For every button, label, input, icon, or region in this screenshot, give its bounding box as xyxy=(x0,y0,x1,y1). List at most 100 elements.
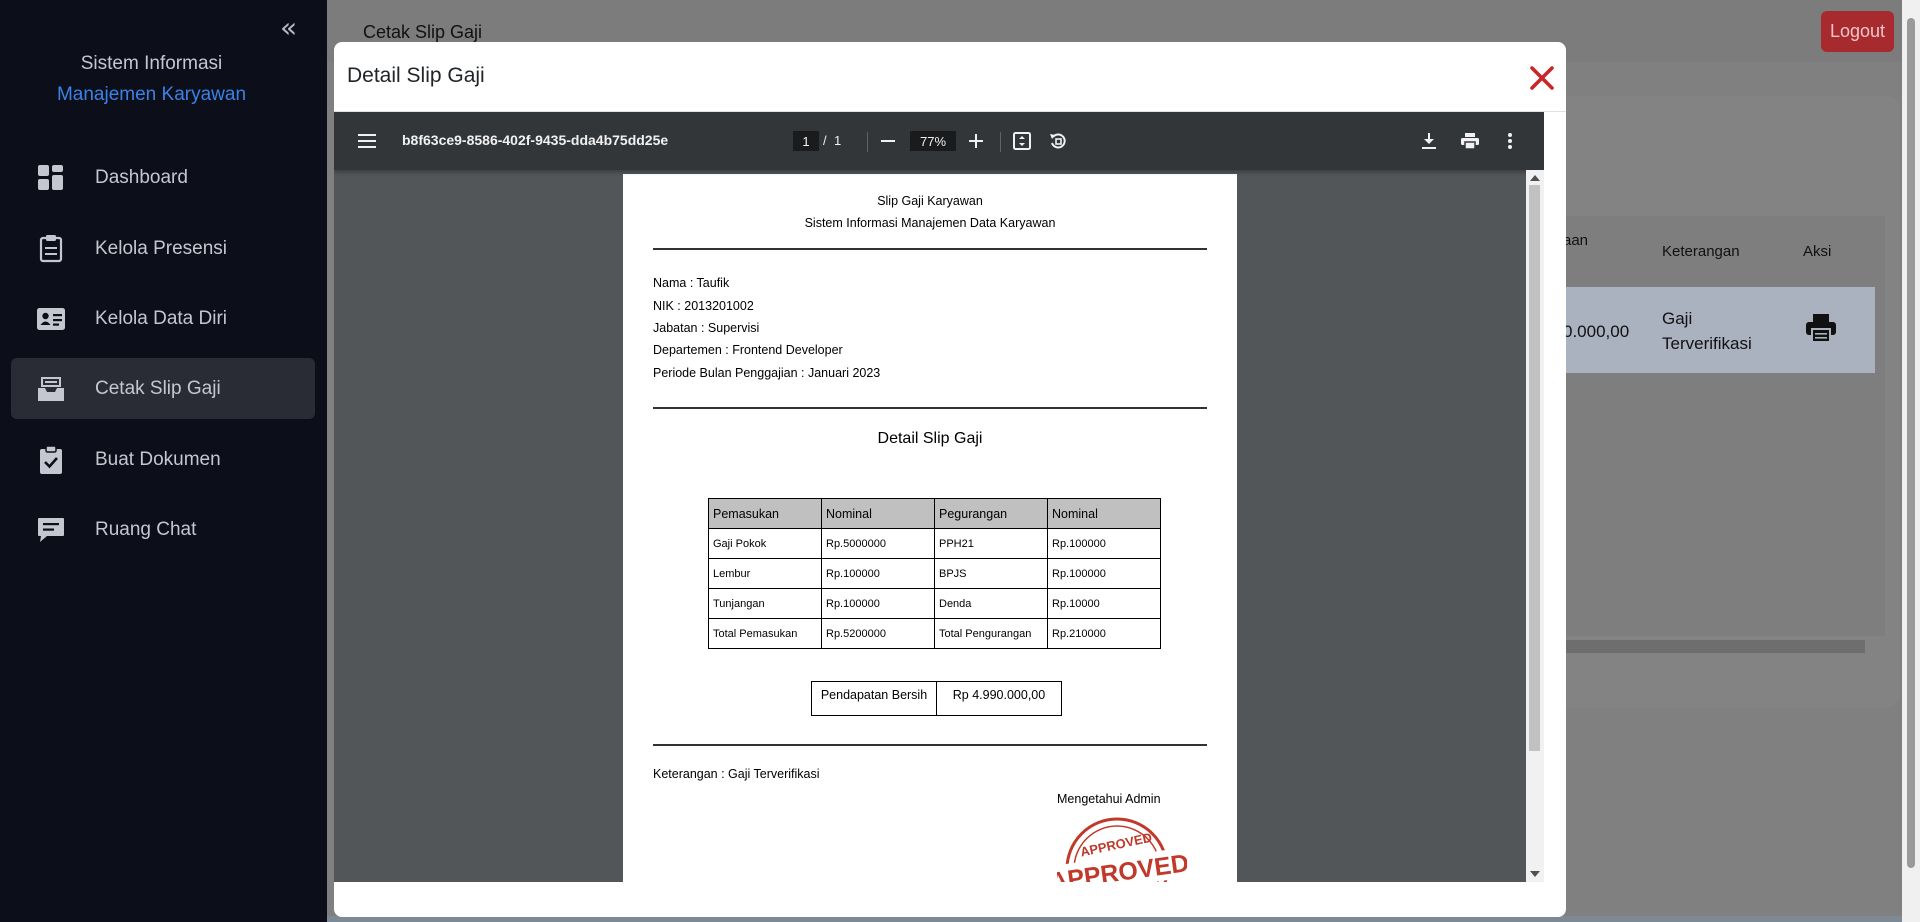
table-cell: Denda xyxy=(934,588,1048,619)
doc-section-title: Detail Slip Gaji xyxy=(877,430,983,447)
id-card-icon xyxy=(37,305,65,333)
pdf-viewer: Slip Gaji Karyawan Sistem Informasi Mana… xyxy=(334,112,1544,882)
dashboard-icon xyxy=(37,164,65,192)
table-cell: PPH21 xyxy=(934,528,1048,559)
pdf-page: Slip Gaji Karyawan Sistem Informasi Mana… xyxy=(623,174,1237,882)
table-row: Total Pemasukan Rp.5200000 Total Pengura… xyxy=(708,618,1161,649)
pdf-scrollbar[interactable] xyxy=(1526,170,1544,882)
print-icon[interactable] xyxy=(1456,127,1484,155)
rotate-icon[interactable] xyxy=(1044,127,1072,155)
sidebar-item-label: Buat Dokumen xyxy=(95,448,221,470)
doc-departemen: Departemen : Frontend Developer xyxy=(653,343,843,357)
brand-line-2: Manajemen Karyawan xyxy=(56,84,247,105)
pdf-toolbar: b8f63ce9-8586-402f-9435-dda4b75dd25e 1 /… xyxy=(334,112,1544,170)
scroll-up-arrow[interactable] xyxy=(1530,175,1540,181)
table-cell-keterangan-1: Gaji xyxy=(1662,309,1693,328)
table-cell: Rp.10000 xyxy=(1047,588,1161,619)
clipboard-check-icon xyxy=(37,445,65,474)
sidebar-item-label: Ruang Chat xyxy=(95,518,197,540)
table-cell: Rp.5000000 xyxy=(821,528,935,559)
sidebar-item-label: Kelola Data Diri xyxy=(95,307,227,329)
page-total: 1 xyxy=(834,133,842,148)
net-income-table: Pendapatan Bersih Rp 4.990.000,00 xyxy=(811,681,1062,716)
table-header-keterangan: Keterangan xyxy=(1662,243,1740,260)
doc-divider xyxy=(653,407,1207,409)
table-row: Gaji Pokok Rp.5000000 PPH21 Rp.100000 xyxy=(708,528,1161,559)
doc-nama: Nama : Taufik xyxy=(653,276,730,290)
table-cell: Rp.210000 xyxy=(1047,618,1161,649)
doc-divider xyxy=(653,248,1207,250)
download-icon[interactable] xyxy=(1415,127,1443,155)
table-cell-keterangan-2: Terverifikasi xyxy=(1662,334,1752,353)
table-header: Nominal xyxy=(1047,498,1161,529)
table-header-aksi: Aksi xyxy=(1803,243,1832,260)
sidebar-item-buat-dokumen[interactable]: Buat Dokumen xyxy=(11,429,315,490)
sidebar-item-kelola-presensi[interactable]: Kelola Presensi xyxy=(11,218,315,279)
table-cell: Rp.5200000 xyxy=(821,618,935,649)
fit-page-icon[interactable] xyxy=(1008,127,1036,155)
doc-mengetahui: Mengetahui Admin xyxy=(1057,792,1161,806)
brand-line-1: Sistem Informasi xyxy=(80,53,223,74)
table-cell: Rp.100000 xyxy=(1047,558,1161,589)
approved-stamp: APPROVED APPROVED xyxy=(1048,811,1191,882)
zoom-out-icon[interactable] xyxy=(874,127,902,155)
page-separator: / xyxy=(823,133,827,148)
zoom-input[interactable]: 77% xyxy=(910,131,956,151)
page-number-input[interactable]: 1 xyxy=(793,131,819,151)
pdf-filename: b8f63ce9-8586-402f-9435-dda4b75dd25e xyxy=(402,132,669,148)
net-income-label: Pendapatan Bersih xyxy=(811,681,937,716)
table-cell: Tunjangan xyxy=(708,588,822,619)
doc-periode: Periode Bulan Penggajian : Januari 2023 xyxy=(653,366,881,380)
doc-title: Slip Gaji Karyawan xyxy=(877,194,983,208)
chat-icon xyxy=(37,516,65,544)
table-cell: Total Pemasukan xyxy=(708,618,822,649)
slip-table: Pemasukan Nominal Pegurangan Nominal Gaj… xyxy=(708,498,1161,649)
slip-detail-modal: Detail Slip Gaji Slip Gaji Karyawan Sist… xyxy=(334,42,1566,917)
doc-nik: NIK : 2013201002 xyxy=(653,299,754,313)
table-cell: Lembur xyxy=(708,558,822,589)
table-header-row: Pemasukan Nominal Pegurangan Nominal xyxy=(708,498,1161,529)
brand: Sistem Informasi Manajemen Karyawan xyxy=(0,48,303,110)
sidebar-item-label: Cetak Slip Gaji xyxy=(95,377,221,399)
table-cell: Gaji Pokok xyxy=(708,528,822,559)
table-horizontal-scrollbar[interactable] xyxy=(1550,640,1865,653)
modal-title: Detail Slip Gaji xyxy=(347,64,485,87)
table-cell-amount: 0.000,00 xyxy=(1563,322,1630,341)
clipboard-icon xyxy=(37,234,65,263)
logout-button[interactable]: Logout xyxy=(1821,11,1894,52)
sidebar-item-cetak-slip-gaji[interactable]: Cetak Slip Gaji xyxy=(11,358,315,419)
table-header: Nominal xyxy=(821,498,935,529)
doc-keterangan: Keterangan : Gaji Terverifikasi xyxy=(653,767,820,781)
sidebar-item-label: Dashboard xyxy=(95,166,188,188)
sidebar-item-kelola-data-diri[interactable]: Kelola Data Diri xyxy=(11,288,315,349)
close-icon[interactable] xyxy=(1524,60,1560,96)
sidebar-item-ruang-chat[interactable]: Ruang Chat xyxy=(11,499,315,560)
table-header-partial: aan xyxy=(1563,232,1589,249)
menu-icon[interactable] xyxy=(353,127,381,155)
table-cell: Rp.100000 xyxy=(821,558,935,589)
collapse-sidebar-icon[interactable]: « xyxy=(280,14,297,42)
table-area xyxy=(1550,216,1885,636)
sidebar-item-label: Kelola Presensi xyxy=(95,237,228,259)
doc-divider xyxy=(653,744,1207,746)
more-options-icon[interactable] xyxy=(1496,127,1524,155)
table-cell: Rp.100000 xyxy=(821,588,935,619)
sidebar: « Sistem Informasi Manajemen Karyawan Da… xyxy=(0,0,327,922)
doc-subtitle: Sistem Informasi Manajemen Data Karyawan xyxy=(804,216,1056,230)
page-scrollbar[interactable] xyxy=(1902,0,1920,922)
table-header: Pemasukan xyxy=(708,498,822,529)
sidebar-item-dashboard[interactable]: Dashboard xyxy=(11,147,315,208)
inbox-icon xyxy=(37,375,65,403)
zoom-in-icon[interactable] xyxy=(962,127,990,155)
net-income-value: Rp 4.990.000,00 xyxy=(936,681,1062,716)
table-cell: Total Pengurangan xyxy=(934,618,1048,649)
print-icon[interactable] xyxy=(1806,314,1836,347)
table-row: Lembur Rp.100000 BPJS Rp.100000 xyxy=(708,558,1161,589)
page-title: Cetak Slip Gaji xyxy=(363,22,483,42)
toolbar-divider xyxy=(867,132,868,152)
table-header: Pegurangan xyxy=(934,498,1048,529)
doc-jabatan: Jabatan : Supervisi xyxy=(653,321,760,335)
scrollbar-thumb[interactable] xyxy=(1529,185,1540,751)
scroll-down-arrow[interactable] xyxy=(1530,871,1540,877)
table-row: Tunjangan Rp.100000 Denda Rp.10000 xyxy=(708,588,1161,619)
